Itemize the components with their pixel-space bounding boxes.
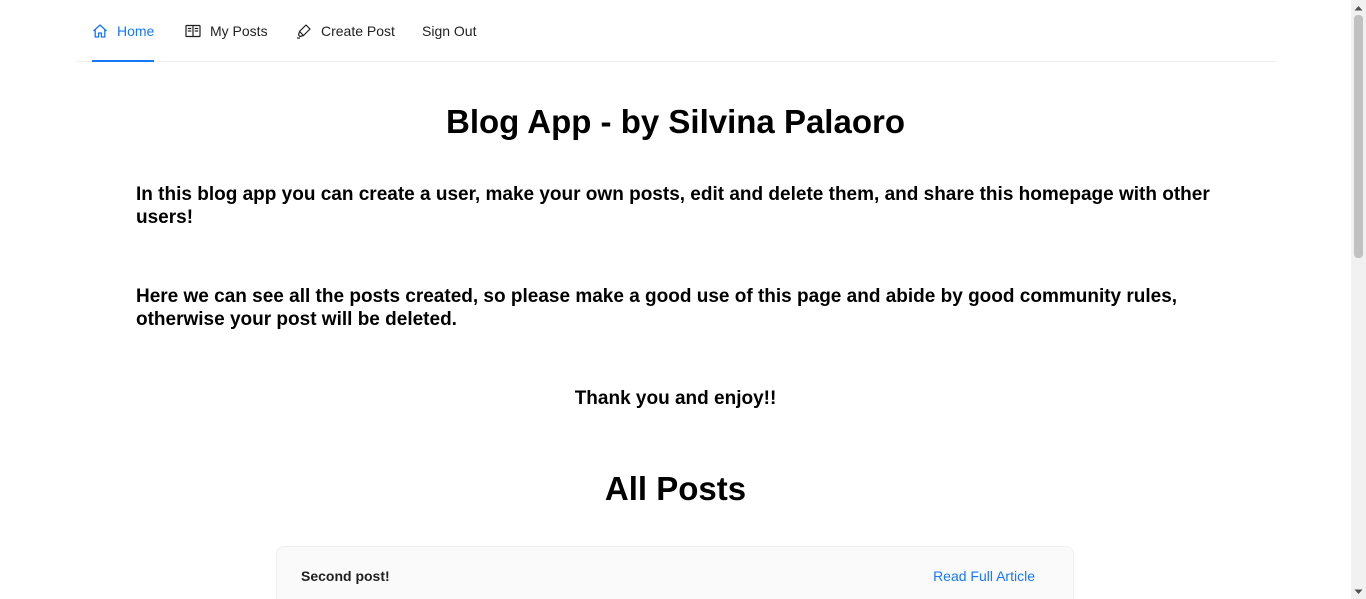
all-posts-heading: All Posts [604, 470, 747, 507]
nav-item-label: My Posts [210, 22, 268, 39]
vertical-scrollbar[interactable] [1351, 0, 1366, 599]
nav-item-sign-out[interactable]: Sign Out [422, 0, 476, 61]
nav-item-label: Create Post [321, 22, 395, 39]
nav-item-my-posts[interactable]: My Posts [185, 0, 268, 61]
post-title: Second post! [301, 568, 390, 584]
scroll-down-arrow-icon[interactable] [1351, 584, 1366, 599]
home-icon [92, 23, 108, 39]
page-title: Blog App - by Silvina Palaoro [445, 103, 905, 140]
community-rules-paragraph: Here we can see all the posts created, s… [136, 286, 1178, 330]
book-icon [185, 23, 201, 39]
intro-paragraph: In this blog app you can create a user, … [136, 184, 1210, 228]
scroll-up-arrow-icon[interactable] [1351, 0, 1366, 15]
page: Home My Posts Create Post Sign Out Blog … [0, 0, 1366, 599]
top-navigation: Home My Posts Create Post Sign Out [76, 0, 1277, 62]
thanks-text: Thank you and enjoy!! [574, 388, 777, 409]
nav-item-label: Sign Out [422, 22, 477, 39]
nav-item-label: Home [117, 22, 155, 39]
scrollbar-thumb[interactable] [1354, 15, 1363, 258]
nav-item-create-post[interactable]: Create Post [296, 0, 395, 61]
post-card: Second post! Read Full Article [276, 546, 1074, 599]
highlighter-icon [296, 23, 312, 39]
read-full-article-link[interactable]: Read Full Article [933, 567, 1035, 585]
nav-item-home[interactable]: Home [92, 0, 155, 62]
